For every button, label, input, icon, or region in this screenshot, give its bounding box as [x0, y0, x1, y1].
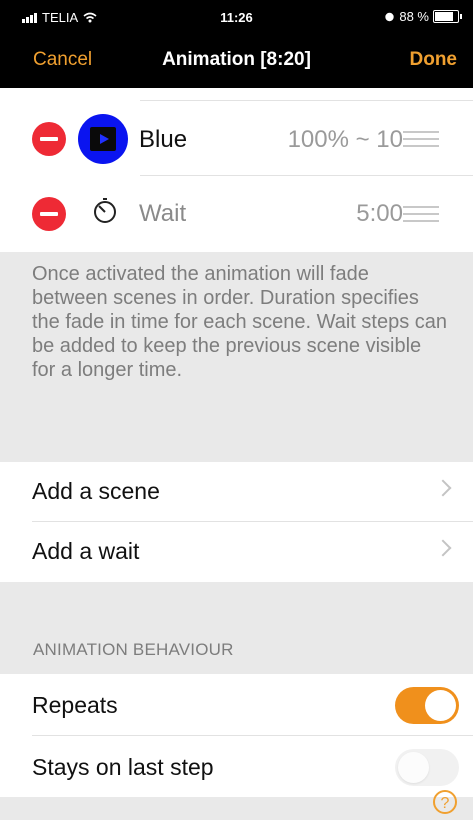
- chevron-right-icon: [434, 479, 452, 497]
- actions-list: Add a scene Add a wait: [0, 462, 473, 582]
- scene-play-icon: [78, 114, 128, 164]
- done-button[interactable]: Done: [410, 49, 458, 71]
- stays-on-last-toggle[interactable]: [395, 749, 459, 786]
- step-label: Wait: [139, 200, 187, 227]
- repeats-row: Repeats: [0, 674, 473, 735]
- step-duration: 5:00: [356, 200, 403, 227]
- chevron-right-icon: [434, 539, 452, 557]
- info-text: Once activated the animation will fade b…: [32, 263, 448, 381]
- battery-percent: 88 %: [399, 9, 429, 24]
- repeats-toggle[interactable]: [395, 687, 459, 724]
- behaviour-list: Repeats Stays on last step: [0, 674, 473, 797]
- stays-on-last-label: Stays on last step: [32, 754, 214, 780]
- battery-icon: [433, 10, 462, 23]
- step-duration: 100% ~ 10: [287, 126, 403, 153]
- delete-step-button[interactable]: [32, 122, 66, 156]
- reorder-handle-icon[interactable]: [403, 206, 439, 222]
- step-row-scene[interactable]: Blue 100% ~ 10: [0, 103, 473, 175]
- page-title: Animation [8:20]: [162, 49, 311, 70]
- reorder-handle-icon[interactable]: [403, 131, 439, 147]
- add-scene-row[interactable]: Add a scene: [0, 462, 473, 522]
- alarm-icon: [385, 12, 395, 22]
- add-scene-label: Add a scene: [32, 478, 160, 504]
- step-label: Blue: [139, 126, 188, 153]
- stopwatch-icon: [94, 198, 116, 223]
- section-header-behaviour: ANIMATION BEHAVIOUR: [33, 640, 234, 659]
- row-divider: [140, 100, 473, 101]
- step-row-wait[interactable]: Wait 5:00: [0, 176, 473, 252]
- navigation-bar: Cancel Animation [8:20] Done: [0, 34, 473, 88]
- add-wait-label: Add a wait: [32, 538, 140, 564]
- stays-on-last-row: Stays on last step: [0, 736, 473, 797]
- animation-steps-list: Blue 100% ~ 10 Wait 5:00: [0, 88, 473, 252]
- add-wait-row[interactable]: Add a wait: [0, 522, 473, 582]
- help-icon[interactable]: ?: [433, 790, 457, 814]
- repeats-label: Repeats: [32, 692, 118, 718]
- status-bar: TELIA 11:26 88 %: [0, 0, 473, 34]
- delete-step-button[interactable]: [32, 197, 66, 231]
- status-right: 88 %: [384, 9, 462, 24]
